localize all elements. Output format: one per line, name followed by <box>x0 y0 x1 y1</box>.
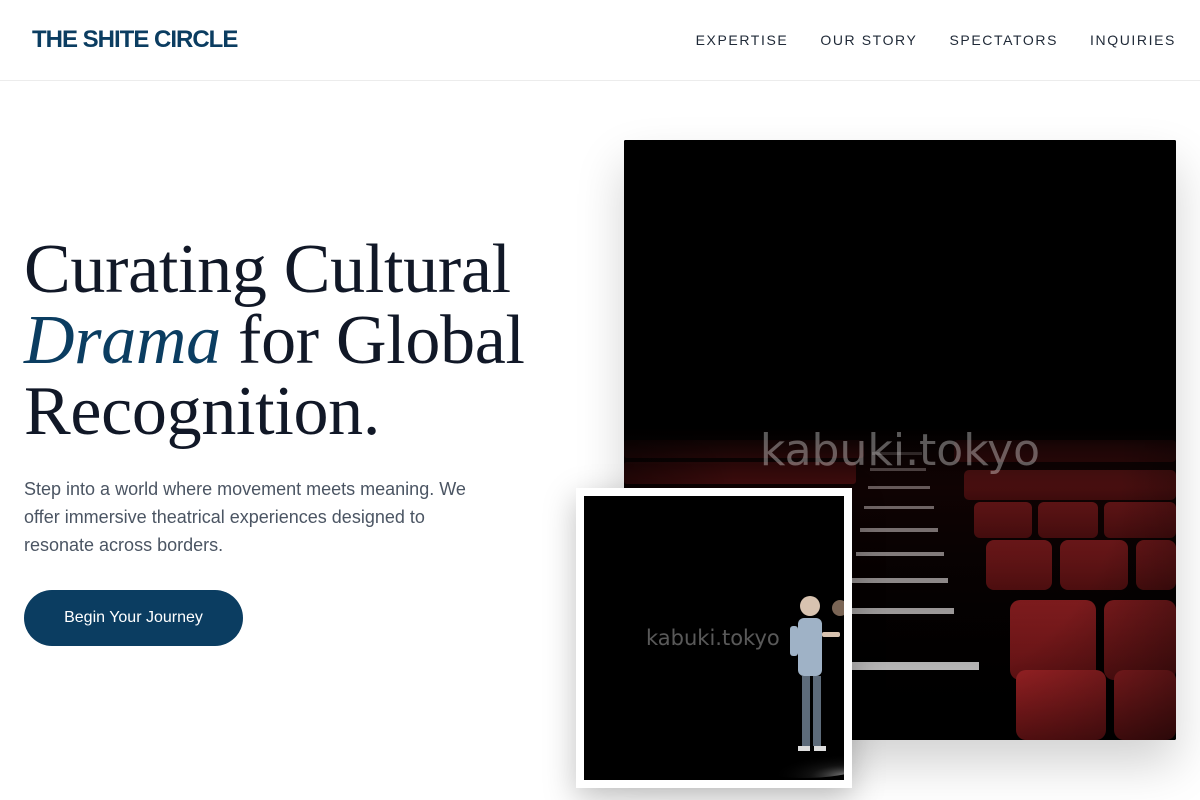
nav-item-spectators[interactable]: SPECTATORS <box>949 32 1058 48</box>
nav-item-expertise[interactable]: EXPERTISE <box>696 32 789 48</box>
performer-photo: kabuki.tokyo <box>584 496 844 780</box>
headline-accent: Drama <box>24 302 221 379</box>
begin-journey-button[interactable]: Begin Your Journey <box>24 590 243 646</box>
hero-subtitle: Step into a world where movement meets m… <box>24 479 466 555</box>
main-nav: EXPERTISE OUR STORY SPECTATORS INQUIRIES <box>696 32 1176 48</box>
brand-logo[interactable]: THE SHITE CIRCLE <box>32 26 238 54</box>
hero-headline: Curating Cultural Drama for Global Recog… <box>24 234 584 447</box>
inset-watermark: kabuki.tokyo <box>646 626 780 650</box>
performer-photo-frame: kabuki.tokyo <box>576 488 852 788</box>
image-watermark: kabuki.tokyo <box>759 425 1041 476</box>
headline-part-1: Curating Cultural <box>24 231 511 308</box>
site-header: THE SHITE CIRCLE EXPERTISE OUR STORY SPE… <box>0 0 1200 81</box>
nav-item-inquiries[interactable]: INQUIRIES <box>1090 32 1176 48</box>
nav-item-our-story[interactable]: OUR STORY <box>820 32 917 48</box>
